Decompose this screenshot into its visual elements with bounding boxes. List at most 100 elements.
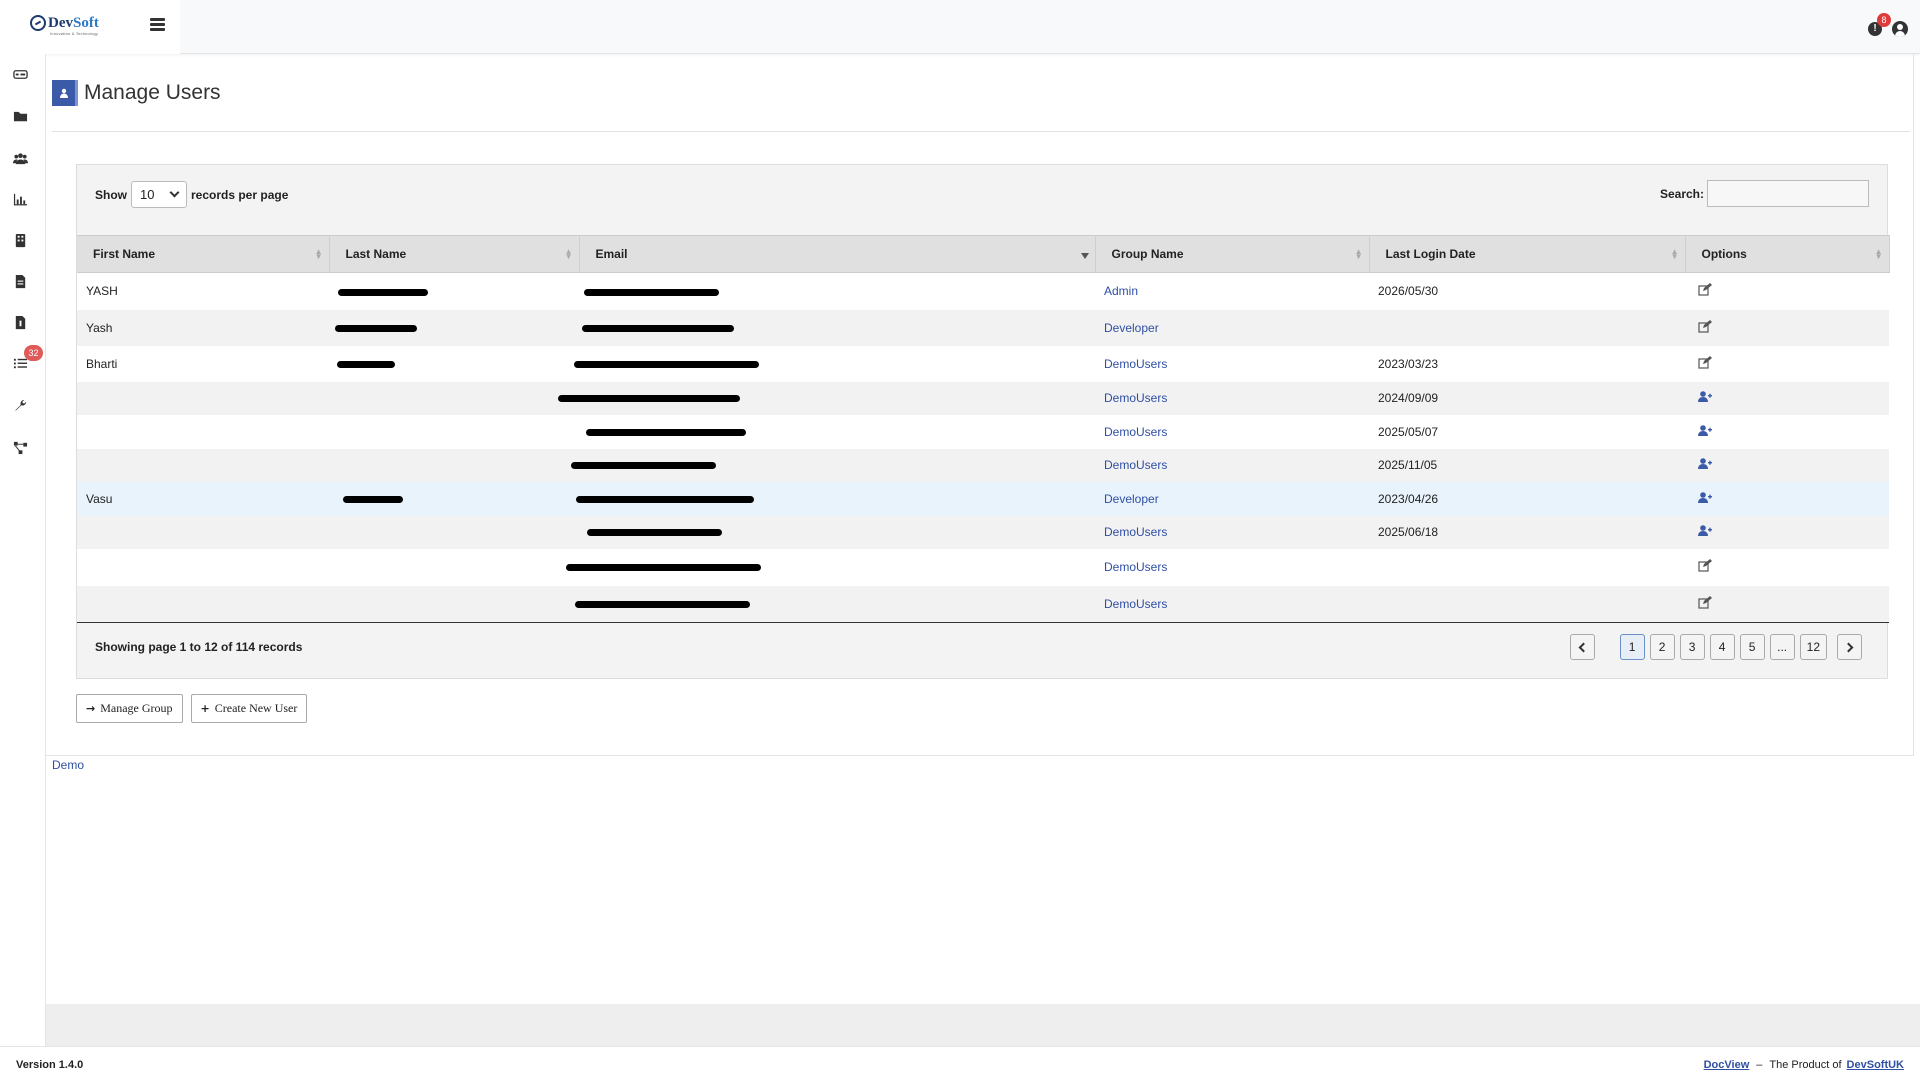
column-header-last-name[interactable]: Last Name ▲ ▼ [329,235,580,273]
dashboard-icon [12,69,28,79]
table-row[interactable]: Bharti DemoUsers 2023/03/23 [77,345,1889,382]
page-ellipsis: ... [1769,634,1795,660]
email-cell [574,345,1095,382]
group-cell: DemoUsers [1095,381,1369,415]
page-size-select[interactable]: 10 [131,181,187,208]
group-link[interactable]: DemoUsers [1104,525,1167,539]
group-cell: Admin [1095,272,1369,310]
last-name-cell [329,548,579,586]
edit-icon[interactable] [1698,559,1712,575]
add-user-icon[interactable] [1698,391,1712,406]
table-row[interactable]: DemoUsers [77,548,1889,586]
tasks-count-badge: 32 [24,345,43,361]
group-link[interactable]: DemoUsers [1104,425,1167,439]
records-per-page-label: records per page [191,187,289,202]
devsoft-logo[interactable]: DevSoft [30,15,99,31]
first-name-cell: Yash [77,309,329,346]
email-cell [571,448,1095,482]
edit-icon[interactable] [1698,319,1712,336]
sidebar-item-workflow[interactable] [10,437,30,457]
last-login-cell: 2025/06/18 [1369,515,1685,549]
group-link[interactable]: DemoUsers [1104,391,1167,405]
group-cell: DemoUsers [1095,345,1369,382]
pagination: 1 2 3 4 5 ... 12 [1565,634,1862,660]
sidebar-item-dashboard[interactable] [10,64,30,84]
sidebar-item-organisation[interactable] [10,230,30,250]
column-header-group-name[interactable]: Group Name ▲ ▼ [1095,235,1370,273]
page-button-3[interactable]: 3 [1679,634,1705,660]
sidebar-item-users[interactable] [10,148,30,168]
page-button-2[interactable]: 2 [1649,634,1675,660]
docview-link[interactable]: DocView [1704,1059,1750,1071]
edit-icon[interactable] [1698,595,1712,612]
last-name-cell [329,515,579,549]
sidebar-item-tasks[interactable]: 32 [10,345,43,373]
first-name-cell [77,448,329,482]
create-new-user-button[interactable]: + Create New User [190,694,308,723]
page-button-1[interactable]: 1 [1619,634,1645,660]
add-user-icon[interactable] [1698,525,1712,540]
manage-group-button[interactable]: → Manage Group [76,694,183,723]
users-icon [12,152,28,164]
table-row[interactable]: DemoUsers 2025/06/18 [77,515,1889,549]
redaction-mark [576,495,754,503]
alert-icon[interactable]: ! 8 [1868,12,1891,36]
add-user-icon[interactable] [1698,491,1712,507]
chevron-left-icon [1578,642,1589,652]
last-name-cell [329,414,579,449]
page-button-12[interactable]: 12 [1799,634,1827,660]
group-cell: Developer [1095,309,1369,346]
group-link[interactable]: Developer [1104,321,1159,335]
chevron-down-icon [169,187,180,198]
column-header-email[interactable]: Email [579,235,1096,273]
add-user-icon[interactable] [1698,424,1712,440]
menu-toggle-icon[interactable] [150,18,165,31]
options-cell [1685,414,1889,449]
previous-page-button[interactable] [1569,634,1595,660]
logo-soft-text: Soft [73,15,99,31]
sidebar-item-reports[interactable] [10,189,30,209]
table-row[interactable]: DemoUsers 2025/05/07 [77,414,1889,449]
sidebar-item-info-docs[interactable] [10,312,30,332]
table-row[interactable]: Vasu Developer 2023/04/26 [77,481,1889,516]
page-button-5[interactable]: 5 [1739,634,1765,660]
sort-icon: ▲ ▼ [1670,247,1679,261]
group-link[interactable]: Admin [1104,284,1138,298]
group-link[interactable]: DemoUsers [1104,357,1167,371]
table-row[interactable]: DemoUsers 2025/11/05 [77,448,1889,482]
email-cell [579,309,1095,346]
sidebar-item-folders[interactable] [10,106,30,126]
sidebar-item-tools[interactable] [10,395,30,415]
top-header: DevSoft Innovation & Technology ! 8 [0,0,1920,54]
group-link[interactable]: DemoUsers [1104,597,1167,611]
sidebar-item-documents[interactable] [10,271,30,291]
table-row[interactable]: DemoUsers [77,585,1889,623]
column-header-last-login[interactable]: Last Login Date ▲ ▼ [1369,235,1686,273]
edit-icon[interactable] [1698,283,1712,299]
table-row[interactable]: Yash Developer [77,309,1889,346]
last-login-cell: 2025/11/05 [1369,448,1685,482]
sidebar: 32 [0,54,46,1046]
add-user-icon[interactable] [1698,458,1712,473]
redaction-mark [338,288,428,296]
sort-icon: ▲ ▼ [564,247,573,261]
devsoftuk-link[interactable]: DevSoftUK [1847,1059,1904,1071]
table-row[interactable]: DemoUsers 2024/09/09 [77,381,1889,415]
table-row[interactable]: YASH Admin 2026/05/30 [77,272,1889,310]
footer-band [46,1004,1920,1046]
group-link[interactable]: DemoUsers [1104,560,1167,574]
column-header-first-name[interactable]: First Name ▲ ▼ [77,235,330,273]
options-cell [1685,481,1889,516]
action-buttons: → Manage Group + Create New User [76,694,315,723]
user-account-icon[interactable] [1892,21,1908,37]
edit-icon[interactable] [1698,355,1712,372]
next-page-button[interactable] [1837,634,1862,660]
demo-link[interactable]: Demo [52,758,84,772]
group-link[interactable]: Developer [1104,492,1159,506]
page-button-4[interactable]: 4 [1709,634,1735,660]
version-label: Version 1.4.0 [16,1059,84,1071]
last-login-cell: 2023/04/26 [1369,481,1685,516]
column-header-options[interactable]: Options ▲ ▼ [1685,235,1890,273]
group-link[interactable]: DemoUsers [1104,458,1167,472]
search-input[interactable] [1707,180,1869,207]
